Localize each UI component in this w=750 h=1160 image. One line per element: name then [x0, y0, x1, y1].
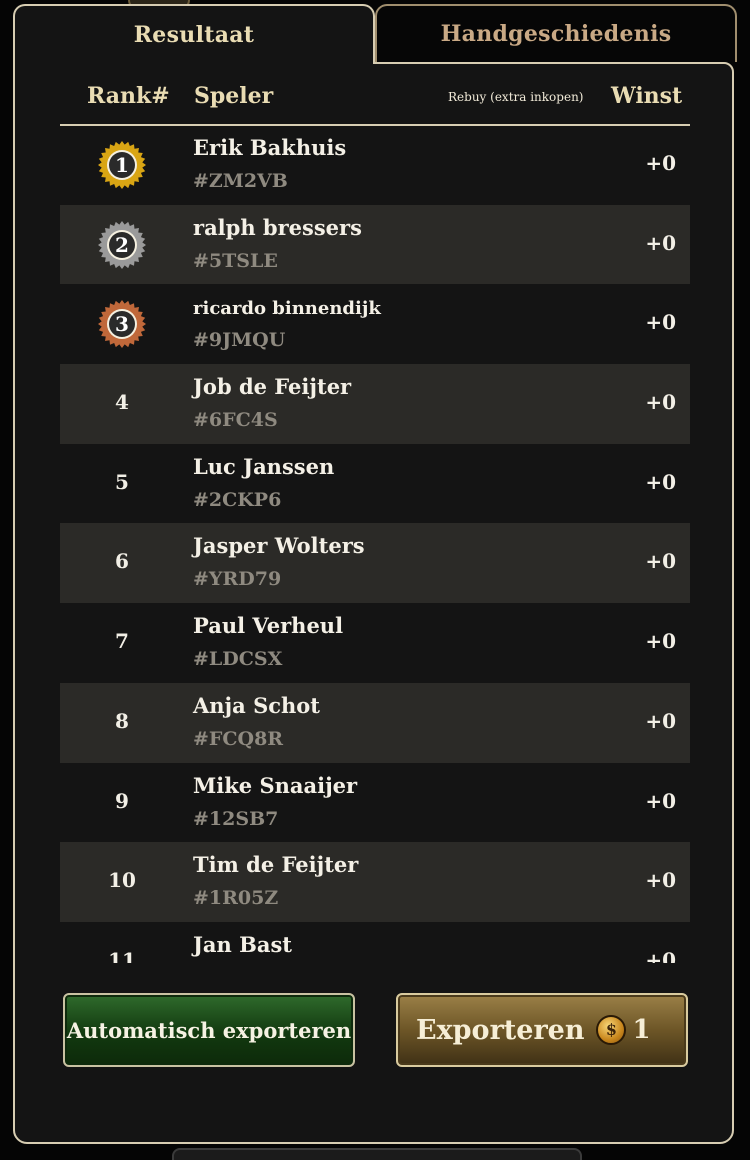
rank-number: 1 — [115, 153, 129, 177]
player-id: #9JMQU — [193, 329, 286, 352]
winst-value: +0 — [645, 151, 676, 175]
table-header: Rank# Speler Rebuy (extra inkopen) Winst — [60, 72, 690, 126]
player-name: ricardo binnendijk — [193, 298, 381, 320]
table-row[interactable]: 9 Mike Snaaijer #12SB7 +0 — [60, 763, 690, 843]
header-rank: Rank# — [87, 83, 170, 109]
winst-value: +0 — [645, 390, 676, 415]
winst-value: +0 — [645, 708, 676, 733]
player-id: #1R05Z — [193, 887, 279, 910]
export-button[interactable]: Exporteren $ 1 — [396, 993, 688, 1067]
winst-value: +0 — [645, 230, 676, 255]
tab-resultaat[interactable]: Resultaat — [13, 4, 375, 64]
winst-value: +0 — [645, 549, 676, 574]
auto-export-button[interactable]: Automatisch exporteren — [63, 993, 355, 1067]
export-label: Exporteren — [416, 1014, 585, 1046]
bronze-medal-icon: 3 — [98, 300, 146, 349]
player-id: #12SB7 — [193, 807, 279, 830]
coin-icon: $ — [596, 1015, 627, 1045]
table-row[interactable]: 7 Paul Verheul #LDCSX +0 — [60, 603, 690, 683]
player-name: Tim de Feijter — [193, 852, 359, 878]
table-row[interactable]: 3 ricardo binnendijk #9JMQU +0 — [60, 284, 690, 364]
table-row[interactable]: 8 Anja Schot #FCQ8R +0 — [60, 682, 690, 763]
results-list[interactable]: 1 Erik Bakhuis #ZM2VB +0 2 ralph bressers #5TS… — [60, 125, 690, 963]
player-id: #FCQ8R — [193, 727, 284, 750]
table-row[interactable]: 11 Jan Bast +0 — [60, 922, 690, 963]
player-name: Anja Schot — [193, 692, 321, 718]
player-name: Jasper Wolters — [193, 533, 365, 559]
tab-joint — [15, 60, 373, 66]
table-row[interactable]: 4 Job de Feijter #6FC4S +0 — [60, 364, 690, 444]
rank-number: 2 — [115, 232, 129, 257]
export-cost: 1 — [632, 1015, 651, 1045]
player-name: Erik Bakhuis — [193, 135, 347, 160]
winst-value: +0 — [645, 868, 676, 893]
player-name: Paul Verheul — [193, 613, 344, 639]
player-id: #LDCSX — [193, 648, 283, 671]
rank-number: 6 — [115, 549, 129, 574]
player-name: Luc Janssen — [193, 453, 335, 479]
player-id: #2CKP6 — [193, 488, 282, 511]
table-row[interactable]: 2 ralph bressers #5TSLE +0 — [60, 204, 690, 285]
player-name: ralph bressers — [193, 214, 362, 240]
player-name: Mike Snaaijer — [193, 772, 358, 798]
winst-value: +0 — [645, 788, 676, 813]
rank-number: 5 — [115, 469, 129, 494]
rank-number: 7 — [115, 629, 129, 654]
rank-number: 10 — [108, 868, 136, 893]
table-row[interactable]: 6 Jasper Wolters #YRD79 +0 — [60, 523, 690, 604]
gold-medal-icon: 1 — [98, 141, 146, 189]
auto-export-label: Automatisch exporteren — [66, 1017, 352, 1043]
rank-number: 8 — [115, 708, 129, 733]
player-name: Job de Feijter — [193, 374, 352, 400]
winst-value: +0 — [645, 310, 676, 335]
table-row[interactable]: 10 Tim de Feijter #1R05Z +0 — [60, 842, 690, 922]
rank-number: 11 — [108, 947, 136, 963]
header-player: Speler — [194, 83, 274, 109]
player-name: Jan Bast — [193, 931, 293, 957]
header-winst: Winst — [611, 83, 683, 109]
tab-handgeschiedenis[interactable]: Handgeschiedenis — [375, 4, 737, 62]
player-id: #ZM2VB — [193, 170, 288, 192]
bottom-handle — [172, 1148, 582, 1160]
player-id: #5TSLE — [193, 249, 278, 272]
table-row[interactable]: 1 Erik Bakhuis #ZM2VB +0 — [60, 125, 690, 205]
player-id: #YRD79 — [193, 568, 282, 591]
rank-number: 3 — [115, 312, 129, 337]
player-id: #6FC4S — [193, 409, 278, 432]
winst-value: +0 — [645, 469, 676, 494]
header-rebuy: Rebuy (extra inkopen) — [448, 90, 584, 104]
winst-value: +0 — [645, 629, 676, 654]
results-screen: Resultaat Handgeschiedenis Rank# Speler … — [0, 0, 750, 1160]
rank-number: 4 — [115, 390, 129, 415]
winst-value: +0 — [645, 947, 676, 963]
rank-number: 9 — [115, 788, 129, 813]
table-row[interactable]: 5 Luc Janssen #2CKP6 +0 — [60, 444, 690, 524]
silver-medal-icon: 2 — [98, 220, 146, 269]
